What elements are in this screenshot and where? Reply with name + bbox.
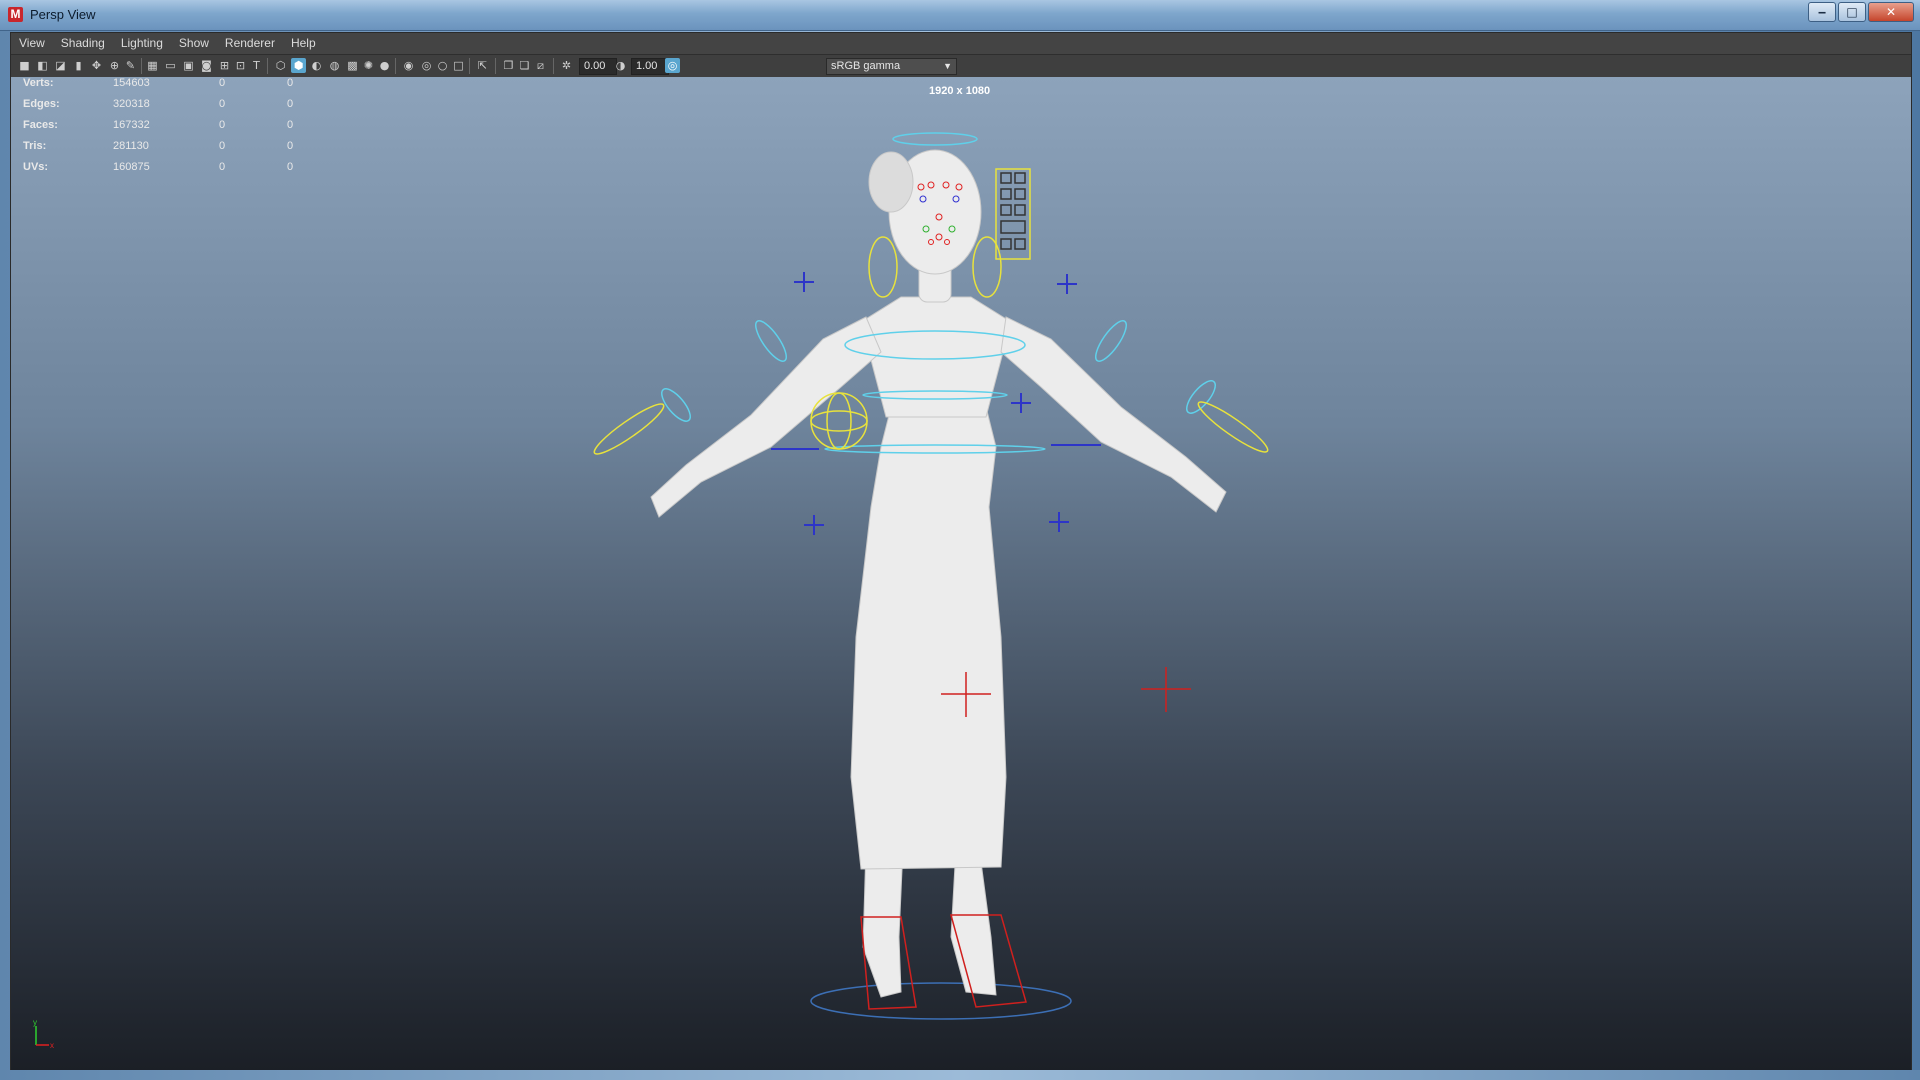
menu-lighting[interactable]: Lighting [113,33,171,54]
toolbar-divider [495,58,496,74]
model-panel: View Shading Lighting Show Renderer Help… [10,32,1912,1072]
minimize-button[interactable]: ‒ [1808,2,1836,22]
camera-attributes-icon[interactable]: ◧ [35,58,50,73]
exposure-icon[interactable]: ✲ [559,58,574,73]
left-elbow-control[interactable] [751,317,792,365]
select-camera-icon[interactable]: ■ [17,58,32,73]
xray-components-icon[interactable]: ⧄ [533,58,548,73]
face-control-board[interactable] [995,168,1031,260]
color-space-dropdown[interactable]: sRGB gamma ▼ [826,58,957,75]
bookmark-icon[interactable]: ◪ [53,58,68,73]
screen-space-ao-icon[interactable]: ● [377,58,392,73]
title-bar[interactable]: M Persp View ‒ □ ✕ [0,0,1920,31]
wireframe-icon[interactable]: ⬡ [273,58,288,73]
menu-help[interactable]: Help [283,33,324,54]
menu-view[interactable]: View [11,33,53,54]
textured-icon[interactable]: ◍ [327,58,342,73]
menu-show[interactable]: Show [171,33,217,54]
grid-icon[interactable]: ▦ [145,58,160,73]
menu-shading[interactable]: Shading [53,33,113,54]
wireframe-on-shaded-icon[interactable]: ◐ [309,58,324,73]
motion-blur-icon[interactable]: ◉ [401,58,416,73]
cog-gimbal-control[interactable] [810,392,868,450]
chevron-down-icon: ▼ [943,61,952,71]
safe-title-icon[interactable]: T [249,58,264,73]
toolbar-divider [469,58,470,74]
maya-window: M Persp View ‒ □ ✕ View Shading Lighting… [0,0,1920,1080]
menu-renderer[interactable]: Renderer [217,33,283,54]
head-control[interactable] [892,132,978,146]
resolution-gate-icon[interactable]: ▣ [181,58,196,73]
gate-mask-icon[interactable]: ◙ [199,58,214,73]
color-space-value: sRGB gamma [831,60,901,72]
right-clavicle-control[interactable] [972,236,1002,298]
lights-icon[interactable]: ▩ [345,58,360,73]
close-button[interactable]: ✕ [1868,2,1914,22]
hud-toggle-icon[interactable]: □ [451,58,466,73]
perspective-viewport[interactable]: Verts: 154603 0 0 Edges: 320318 0 0 Face… [11,77,1911,1071]
xray-joints-icon[interactable]: ❏ [517,58,532,73]
axis-x-label: x [50,1041,54,1050]
color-management-icon[interactable]: ◎ [665,58,680,73]
right-elbow-control[interactable] [1091,317,1132,365]
film-gate-icon[interactable]: ▭ [163,58,178,73]
field-chart-icon[interactable]: ⊞ [217,58,232,73]
xray-icon[interactable]: ❐ [501,58,516,73]
left-clavicle-control[interactable] [868,236,898,298]
toolbar-divider [395,58,396,74]
window-bottom-edge [0,1070,1920,1080]
isolate-select-icon[interactable]: ⇱ [475,58,490,73]
image-plane-icon[interactable]: ▮ [71,58,86,73]
toolbar-divider [141,58,142,74]
right-wrist-control[interactable] [1182,377,1220,418]
camera-tool-icon[interactable]: ⊕ [107,58,122,73]
maximize-button[interactable]: □ [1838,2,1866,22]
exposure-field[interactable]: 0.00 [579,58,617,75]
character-scene[interactable] [11,77,1911,1071]
left-hand-control[interactable] [590,398,668,459]
character-mesh[interactable] [650,149,1227,998]
shadows-icon[interactable]: ✺ [361,58,376,73]
axis-y-label: y [33,1020,37,1027]
anti-aliasing-icon[interactable]: ◎ [419,58,434,73]
maya-logo-icon: M [8,7,23,22]
pan-icon[interactable]: ✥ [89,58,104,73]
panel-toolbar: ■ ◧ ◪ ▮ ✥ ⊕ ✎ ▦ ▭ ▣ ◙ ⊞ ⊡ T ⬡ ⬢ ◐ ◍ ▩ ✺ … [11,54,1911,78]
depth-of-field-icon[interactable]: ○ [435,58,450,73]
gamma-field[interactable]: 1.00 [631,58,669,75]
view-axis-indicator: y x [31,1018,61,1055]
toolbar-divider [553,58,554,74]
right-hand-control[interactable] [1194,396,1272,457]
ground-control-circle[interactable] [810,982,1072,1020]
gamma-icon[interactable]: ◑ [613,58,628,73]
smooth-shade-icon[interactable]: ⬢ [291,58,306,73]
window-title: Persp View [30,7,96,22]
grease-pencil-icon[interactable]: ✎ [123,58,138,73]
safe-action-icon[interactable]: ⊡ [233,58,248,73]
toolbar-divider [267,58,268,74]
panel-menubar: View Shading Lighting Show Renderer Help [11,33,1911,54]
